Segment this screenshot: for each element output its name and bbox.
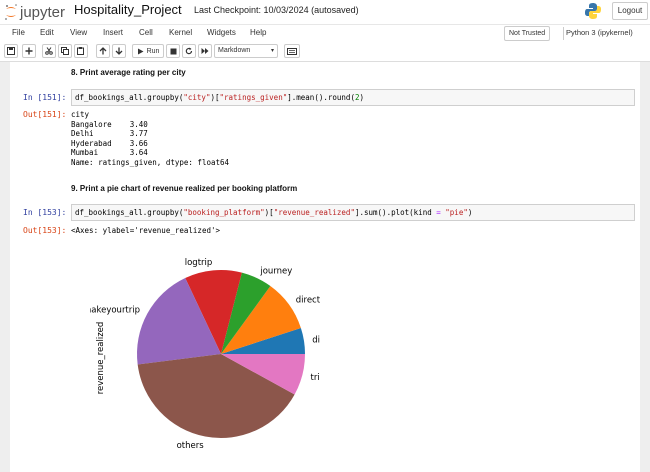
chevron-down-icon: ▾ [270, 48, 274, 54]
kernel-indicator[interactable]: Python 3 (ipykernel) [566, 28, 633, 37]
pie-chart: direct offline direct online journey logtri… [90, 258, 320, 451]
pie-label-journey: journey [259, 266, 292, 276]
insert-cell-button[interactable] [22, 44, 36, 58]
output-line: Mumbai 3.64 [71, 148, 148, 157]
restart-run-all-button[interactable] [198, 44, 212, 58]
cell-type-value: Markdown [218, 47, 251, 54]
code-string: "pie" [445, 208, 468, 217]
code-text: df_bookings_all.groupby( [75, 208, 184, 217]
pie-label-tripster: tripster [310, 373, 320, 383]
kernel-divider [563, 27, 564, 40]
logout-button[interactable]: Logout [612, 2, 648, 20]
output-151: city Bangalore 3.40 Delhi 3.77 Hyderabad 3.… [71, 110, 229, 167]
output-line: Bangalore 3.40 [71, 119, 148, 129]
run-label: Run [146, 47, 160, 55]
trust-status-button[interactable]: Not Trusted [504, 26, 551, 41]
menu-widgets[interactable]: Widgets [207, 28, 236, 37]
cell-type-select[interactable]: Markdown ▾ [214, 44, 278, 58]
output-line: Name: ratings_given, dtype: float64 [71, 157, 230, 167]
output-line: Hyderabad 3.66 [71, 138, 148, 148]
notebook-page: 8. Print average rating per city In [151… [10, 62, 640, 472]
pie-label-makeyourtrip: makeyourtrip [90, 305, 140, 315]
stop-icon [170, 48, 176, 54]
command-palette-button[interactable] [284, 44, 300, 58]
run-icon [137, 48, 144, 54]
code-text: ].sum().plot(kind [354, 208, 437, 217]
output-prompt-153: Out[153]: [23, 226, 67, 235]
code-string: "ratings_given" [219, 93, 288, 102]
restart-icon [185, 47, 193, 55]
jupyter-logo-text: jupyter [20, 3, 66, 21]
fast-forward-icon [201, 48, 209, 54]
interrupt-button[interactable] [166, 44, 180, 58]
pie-slices [137, 270, 305, 439]
scissors-icon [45, 47, 53, 55]
copy-button[interactable] [58, 44, 72, 58]
menu-file[interactable]: File [12, 28, 25, 37]
code-text: )[ [264, 208, 274, 217]
move-up-button[interactable] [96, 44, 110, 58]
markdown-heading-8[interactable]: 8. Print average rating per city [71, 68, 186, 77]
code-text: ].mean().round( [287, 93, 355, 102]
notebook-header: jupyter Hospitality_Project Last Checkpo… [0, 0, 650, 24]
menubar: File Edit View Insert Cell Kernel Widget… [0, 24, 650, 42]
save-icon [7, 47, 15, 55]
output-prompt-151: Out[151]: [23, 110, 67, 119]
move-down-button[interactable] [112, 44, 126, 58]
pie-label-logtrip: logtrip [185, 258, 213, 268]
jupyter-logo-icon [5, 4, 17, 20]
checkpoint-status: Last Checkpoint: 10/03/2024 (autosaved) [194, 5, 359, 15]
output-153: <Axes: ylabel='revenue_realized'> [71, 226, 221, 235]
code-string: "booking_platform" [183, 208, 265, 217]
output-line: Delhi 3.77 [71, 129, 148, 138]
toolbar: Run Markdown ▾ [0, 42, 650, 62]
input-prompt-151: In [151]: [23, 93, 67, 102]
output-line: city [71, 110, 90, 119]
python-logo-icon [585, 3, 601, 19]
code-text: ) [467, 208, 473, 217]
run-button[interactable]: Run [132, 44, 164, 58]
menu-view[interactable]: View [70, 28, 87, 37]
input-prompt-153: In [153]: [23, 208, 67, 217]
restart-button[interactable] [182, 44, 196, 58]
arrow-down-icon [115, 47, 123, 55]
menu-help[interactable]: Help [250, 28, 266, 37]
code-text: df_bookings_all.groupby( [75, 93, 184, 102]
pie-ylabel: revenue_realized [96, 322, 106, 395]
code-string: "revenue_realized" [273, 208, 355, 217]
cut-button[interactable] [42, 44, 56, 58]
jupyter-logo[interactable]: jupyter [4, 2, 66, 22]
copy-icon [61, 47, 69, 55]
code-cell-153[interactable]: df_bookings_all.groupby("booking_platfor… [71, 204, 635, 221]
menu-kernel[interactable]: Kernel [169, 28, 192, 37]
code-cell-151[interactable]: df_bookings_all.groupby("city")["ratings… [71, 89, 635, 106]
arrow-up-icon [99, 47, 107, 55]
plus-icon [25, 47, 33, 55]
paste-button[interactable] [74, 44, 88, 58]
keyboard-icon [287, 47, 297, 55]
menu-insert[interactable]: Insert [103, 28, 123, 37]
menu-cell[interactable]: Cell [139, 28, 153, 37]
code-text: )[ [210, 93, 220, 102]
notebook-area[interactable]: 8. Print average rating per city In [151… [0, 62, 650, 472]
code-string: "city" [183, 93, 211, 102]
pie-label-direct-online: direct online [296, 296, 320, 306]
markdown-heading-9[interactable]: 9. Print a pie chart of revenue realized… [71, 184, 297, 193]
paste-icon [77, 47, 84, 55]
pie-label-direct-offline: direct offline [312, 336, 320, 346]
notebook-title[interactable]: Hospitality_Project [74, 2, 182, 17]
menu-edit[interactable]: Edit [40, 28, 54, 37]
code-text: ) [359, 93, 364, 102]
save-button[interactable] [4, 44, 18, 58]
pie-label-others: others [177, 441, 205, 451]
